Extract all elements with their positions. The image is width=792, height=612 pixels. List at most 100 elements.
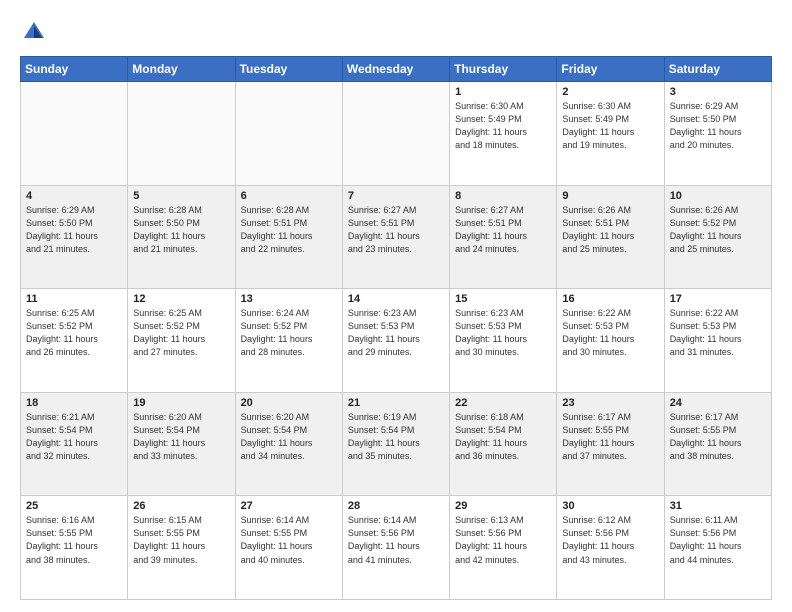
day-info: Sunrise: 6:13 AM Sunset: 5:56 PM Dayligh…	[455, 514, 551, 566]
day-cell: 7 Sunrise: 6:27 AM Sunset: 5:51 PM Daylig…	[342, 185, 449, 289]
day-cell: 10 Sunrise: 6:26 AM Sunset: 5:52 PM Dayli…	[664, 185, 771, 289]
day-info: Sunrise: 6:14 AM Sunset: 5:56 PM Dayligh…	[348, 514, 444, 566]
day-number: 10	[670, 190, 766, 202]
day-number: 26	[133, 500, 229, 512]
day-number: 5	[133, 190, 229, 202]
day-info: Sunrise: 6:24 AM Sunset: 5:52 PM Dayligh…	[241, 307, 337, 359]
day-number: 19	[133, 397, 229, 409]
day-cell: 16Sunrise: 6:22 AM Sunset: 5:53 PM Dayli…	[557, 289, 664, 393]
day-info: Sunrise: 6:29 AM Sunset: 5:50 PM Dayligh…	[26, 204, 122, 256]
day-number: 3	[670, 86, 766, 98]
day-info: Sunrise: 6:12 AM Sunset: 5:56 PM Dayligh…	[562, 514, 658, 566]
day-info: Sunrise: 6:27 AM Sunset: 5:51 PM Dayligh…	[348, 204, 444, 256]
day-cell: 23Sunrise: 6:17 AM Sunset: 5:55 PM Dayli…	[557, 392, 664, 496]
col-header-thursday: Thursday	[450, 57, 557, 82]
day-info: Sunrise: 6:28 AM Sunset: 5:50 PM Dayligh…	[133, 204, 229, 256]
day-cell	[128, 82, 235, 186]
day-info: Sunrise: 6:20 AM Sunset: 5:54 PM Dayligh…	[241, 411, 337, 463]
day-cell	[21, 82, 128, 186]
day-cell: 12 Sunrise: 6:25 AM Sunset: 5:52 PM Dayli…	[128, 289, 235, 393]
day-cell: 3 Sunrise: 6:29 AM Sunset: 5:50 PM Daylig…	[664, 82, 771, 186]
week-row-5: 25 Sunrise: 6:16 AM Sunset: 5:55 PM Dayli…	[21, 496, 772, 600]
day-info: Sunrise: 6:25 AM Sunset: 5:52 PM Dayligh…	[26, 307, 122, 359]
week-row-3: 11Sunrise: 6:25 AM Sunset: 5:52 PM Dayli…	[21, 289, 772, 393]
day-number: 9	[562, 190, 658, 202]
day-number: 20	[241, 397, 337, 409]
week-row-1: 1 Sunrise: 6:30 AM Sunset: 5:49 PM Daylig…	[21, 82, 772, 186]
day-cell: 1 Sunrise: 6:30 AM Sunset: 5:49 PM Daylig…	[450, 82, 557, 186]
day-number: 4	[26, 190, 122, 202]
header	[20, 18, 772, 46]
day-info: Sunrise: 6:22 AM Sunset: 5:53 PM Dayligh…	[562, 307, 658, 359]
day-info: Sunrise: 6:30 AM Sunset: 5:49 PM Dayligh…	[562, 100, 658, 152]
page: SundayMondayTuesdayWednesdayThursdayFrid…	[0, 0, 792, 612]
col-header-sunday: Sunday	[21, 57, 128, 82]
day-cell: 20 Sunrise: 6:20 AM Sunset: 5:54 PM Dayli…	[235, 392, 342, 496]
day-cell: 24 Sunrise: 6:17 AM Sunset: 5:55 PM Dayli…	[664, 392, 771, 496]
day-cell: 8 Sunrise: 6:27 AM Sunset: 5:51 PM Daylig…	[450, 185, 557, 289]
day-info: Sunrise: 6:23 AM Sunset: 5:53 PM Dayligh…	[348, 307, 444, 359]
day-number: 21	[348, 397, 444, 409]
day-cell: 28Sunrise: 6:14 AM Sunset: 5:56 PM Dayli…	[342, 496, 449, 600]
day-info: Sunrise: 6:26 AM Sunset: 5:52 PM Dayligh…	[670, 204, 766, 256]
day-number: 30	[562, 500, 658, 512]
day-info: Sunrise: 6:11 AM Sunset: 5:56 PM Dayligh…	[670, 514, 766, 566]
day-cell: 9 Sunrise: 6:26 AM Sunset: 5:51 PM Daylig…	[557, 185, 664, 289]
day-cell: 25 Sunrise: 6:16 AM Sunset: 5:55 PM Dayli…	[21, 496, 128, 600]
logo	[20, 18, 52, 46]
day-info: Sunrise: 6:21 AM Sunset: 5:54 PM Dayligh…	[26, 411, 122, 463]
day-number: 22	[455, 397, 551, 409]
day-info: Sunrise: 6:22 AM Sunset: 5:53 PM Dayligh…	[670, 307, 766, 359]
day-cell: 2 Sunrise: 6:30 AM Sunset: 5:49 PM Daylig…	[557, 82, 664, 186]
day-info: Sunrise: 6:14 AM Sunset: 5:55 PM Dayligh…	[241, 514, 337, 566]
week-row-2: 4 Sunrise: 6:29 AM Sunset: 5:50 PM Daylig…	[21, 185, 772, 289]
day-number: 2	[562, 86, 658, 98]
day-info: Sunrise: 6:19 AM Sunset: 5:54 PM Dayligh…	[348, 411, 444, 463]
day-number: 18	[26, 397, 122, 409]
day-cell: 6Sunrise: 6:28 AM Sunset: 5:51 PM Daylig…	[235, 185, 342, 289]
day-number: 24	[670, 397, 766, 409]
day-number: 14	[348, 293, 444, 305]
day-cell	[235, 82, 342, 186]
col-header-tuesday: Tuesday	[235, 57, 342, 82]
col-header-wednesday: Wednesday	[342, 57, 449, 82]
day-cell: 11Sunrise: 6:25 AM Sunset: 5:52 PM Dayli…	[21, 289, 128, 393]
day-number: 27	[241, 500, 337, 512]
day-number: 29	[455, 500, 551, 512]
day-cell: 19 Sunrise: 6:20 AM Sunset: 5:54 PM Dayli…	[128, 392, 235, 496]
day-info: Sunrise: 6:23 AM Sunset: 5:53 PM Dayligh…	[455, 307, 551, 359]
week-row-4: 18 Sunrise: 6:21 AM Sunset: 5:54 PM Dayli…	[21, 392, 772, 496]
day-info: Sunrise: 6:30 AM Sunset: 5:49 PM Dayligh…	[455, 100, 551, 152]
day-info: Sunrise: 6:20 AM Sunset: 5:54 PM Dayligh…	[133, 411, 229, 463]
col-header-monday: Monday	[128, 57, 235, 82]
day-number: 7	[348, 190, 444, 202]
day-number: 25	[26, 500, 122, 512]
day-cell: 27 Sunrise: 6:14 AM Sunset: 5:55 PM Dayli…	[235, 496, 342, 600]
day-info: Sunrise: 6:26 AM Sunset: 5:51 PM Dayligh…	[562, 204, 658, 256]
day-number: 6	[241, 190, 337, 202]
day-cell: 15 Sunrise: 6:23 AM Sunset: 5:53 PM Dayli…	[450, 289, 557, 393]
day-info: Sunrise: 6:17 AM Sunset: 5:55 PM Dayligh…	[670, 411, 766, 463]
day-info: Sunrise: 6:15 AM Sunset: 5:55 PM Dayligh…	[133, 514, 229, 566]
day-cell: 26 Sunrise: 6:15 AM Sunset: 5:55 PM Dayli…	[128, 496, 235, 600]
logo-icon	[20, 18, 48, 46]
day-number: 31	[670, 500, 766, 512]
calendar-header-row: SundayMondayTuesdayWednesdayThursdayFrid…	[21, 57, 772, 82]
day-number: 17	[670, 293, 766, 305]
day-number: 8	[455, 190, 551, 202]
day-cell: 22Sunrise: 6:18 AM Sunset: 5:54 PM Dayli…	[450, 392, 557, 496]
day-number: 23	[562, 397, 658, 409]
day-cell	[342, 82, 449, 186]
day-number: 15	[455, 293, 551, 305]
day-number: 12	[133, 293, 229, 305]
day-info: Sunrise: 6:25 AM Sunset: 5:52 PM Dayligh…	[133, 307, 229, 359]
day-cell: 30 Sunrise: 6:12 AM Sunset: 5:56 PM Dayli…	[557, 496, 664, 600]
day-info: Sunrise: 6:27 AM Sunset: 5:51 PM Dayligh…	[455, 204, 551, 256]
day-cell: 13Sunrise: 6:24 AM Sunset: 5:52 PM Dayli…	[235, 289, 342, 393]
day-cell: 4 Sunrise: 6:29 AM Sunset: 5:50 PM Daylig…	[21, 185, 128, 289]
day-info: Sunrise: 6:29 AM Sunset: 5:50 PM Dayligh…	[670, 100, 766, 152]
day-cell: 29 Sunrise: 6:13 AM Sunset: 5:56 PM Dayli…	[450, 496, 557, 600]
day-number: 1	[455, 86, 551, 98]
day-cell: 18 Sunrise: 6:21 AM Sunset: 5:54 PM Dayli…	[21, 392, 128, 496]
day-info: Sunrise: 6:16 AM Sunset: 5:55 PM Dayligh…	[26, 514, 122, 566]
